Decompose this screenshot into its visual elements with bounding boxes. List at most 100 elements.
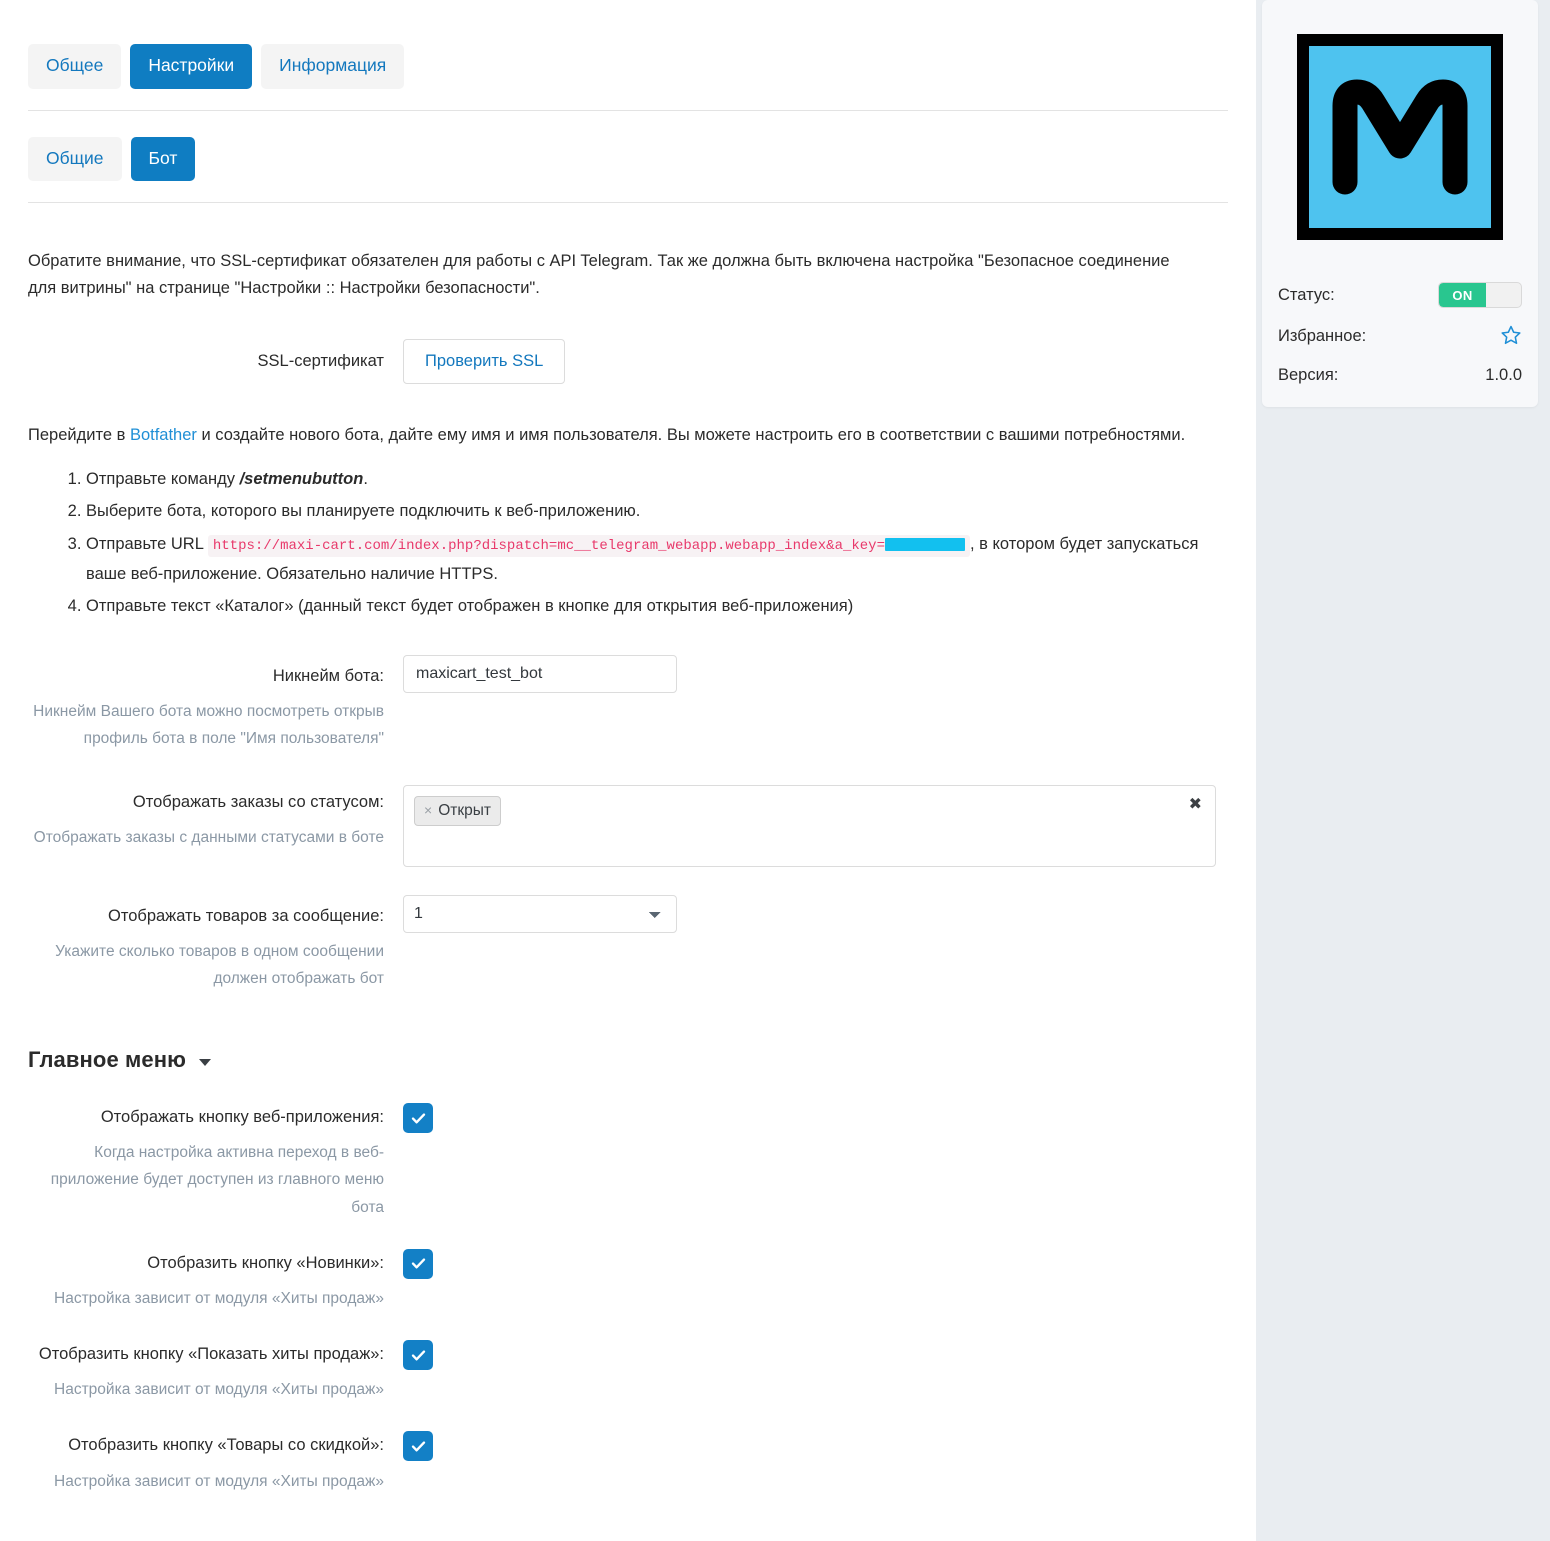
maxicart-logo (1297, 34, 1503, 240)
order-statuses-fieldcol: × Открыт ✖ (403, 784, 1228, 867)
main-content: Общее Настройки Информация Общие Бот Обр… (0, 0, 1256, 1541)
webapp-url-code[interactable]: https://maxi-cart.com/index.php?dispatch… (207, 534, 970, 557)
novinki-labelcol: Отобразить кнопку «Новинки»: Настройка з… (28, 1249, 403, 1312)
main-menu-section-title: Главное меню (28, 1047, 186, 1073)
checkbox-novinki[interactable] (403, 1248, 433, 1279)
order-statuses-label: Отображать заказы со статусом: (132, 792, 384, 811)
step-1-command: /setmenubutton (239, 470, 364, 489)
secondary-tabs: Общие Бот (28, 136, 1228, 181)
novinki-hint: Настройка зависит от модуля «Хиты продаж… (54, 1289, 384, 1307)
bot-nickname-row: Никнейм бота: Никнейм Вашего бота можно … (28, 655, 1228, 753)
favorite-label: Избранное: (1278, 327, 1367, 346)
redacted-api-key (884, 537, 965, 551)
main-menu-section-header[interactable]: Главное меню (28, 1047, 1228, 1073)
step-3-before: Отправьте URL (86, 534, 208, 553)
status-label: Статус: (1278, 285, 1335, 304)
chip-remove-icon[interactable]: × (424, 802, 432, 819)
checkbox-bestsellers[interactable] (403, 1340, 433, 1371)
app-root: Общее Настройки Информация Общие Бот Обр… (0, 0, 1550, 1541)
status-toggle-on-text: ON (1439, 283, 1486, 307)
novinki-label: Отобразить кнопку «Новинки»: (147, 1253, 384, 1272)
checkbox-webapp-button[interactable] (403, 1103, 433, 1134)
discounted-label: Отобразить кнопку «Товары со скидкой»: (68, 1436, 384, 1455)
addon-logo-wrap (1278, 14, 1522, 266)
tabs-divider (28, 109, 1228, 111)
step-1: Отправьте команду /setmenubutton. (86, 464, 1228, 494)
webapp-button-labelcol: Отображать кнопку веб-приложения: Когда … (28, 1103, 403, 1221)
right-sidebar: Статус: ON Избранное: Версия: 1.0.0 (1256, 0, 1550, 1541)
status-chip-open[interactable]: × Открыт (414, 795, 501, 827)
chevron-down-icon[interactable] (198, 1058, 211, 1066)
order-statuses-multiselect[interactable]: × Открыт ✖ (403, 784, 1216, 867)
check-icon (411, 1258, 425, 1269)
products-per-message-select[interactable]: 1 (403, 894, 677, 933)
order-statuses-labelcol: Отображать заказы со статусом: Отображат… (28, 785, 403, 851)
novinki-fieldcol (403, 1248, 1228, 1279)
products-per-message-fieldcol: 1 (403, 894, 1228, 933)
discounted-fieldcol (403, 1431, 1228, 1462)
chip-label: Открыт (438, 801, 491, 819)
checkbox-row-bestsellers: Отобразить кнопку «Показать хиты продаж»… (28, 1340, 1228, 1403)
addon-info-card: Статус: ON Избранное: Версия: 1.0.0 (1262, 0, 1538, 407)
lead-text-before: Перейдите в (28, 425, 130, 444)
ssl-label: SSL-сертификат (257, 352, 384, 370)
bot-nickname-fieldcol (403, 655, 1228, 693)
step-2: Выберите бота, которого вы планируете по… (86, 496, 1228, 526)
subtab-obshchie[interactable]: Общие (28, 136, 122, 181)
webapp-button-label: Отображать кнопку веб-приложения: (100, 1108, 384, 1127)
webapp-button-fieldcol (403, 1103, 1228, 1134)
products-per-message-label: Отображать товаров за сообщение: (107, 906, 384, 925)
check-icon (411, 1349, 425, 1361)
bestsellers-hint: Настройка зависит от модуля «Хиты продаж… (54, 1381, 384, 1399)
botfather-link[interactable]: Botfather (130, 426, 197, 444)
favorite-row: Избранное: (1278, 324, 1522, 350)
ssl-note: Обратите внимание, что SSL-сертификат об… (28, 252, 1170, 297)
bot-nickname-hint: Никнейм Вашего бота можно посмотреть отк… (33, 703, 384, 748)
letter-m-icon (1332, 79, 1468, 195)
checkbox-row-webapp-button: Отображать кнопку веб-приложения: Когда … (28, 1103, 1228, 1221)
version-row: Версия: 1.0.0 (1278, 366, 1522, 385)
subtab-bot[interactable]: Бот (130, 136, 196, 181)
bot-nickname-labelcol: Никнейм бота: Никнейм Вашего бота можно … (28, 655, 403, 753)
order-statuses-row: Отображать заказы со статусом: Отображат… (28, 784, 1228, 867)
order-statuses-hint: Отображать заказы с данными статусами в … (33, 828, 384, 846)
products-per-message-row: Отображать товаров за сообщение: Укажите… (28, 894, 1228, 993)
status-toggle[interactable]: ON (1438, 282, 1522, 308)
check-icon (411, 1112, 425, 1124)
checkbox-discounted[interactable] (403, 1431, 433, 1462)
step-1-after: . (363, 470, 368, 489)
webapp-button-hint: Когда настройка активна переход в веб-пр… (50, 1144, 384, 1216)
setup-steps-list: Отправьте команду /setmenubutton. Выбери… (28, 464, 1228, 621)
tab-nastroyki[interactable]: Настройки (130, 44, 253, 89)
check-ssl-button[interactable]: Проверить SSL (403, 339, 566, 384)
bestsellers-labelcol: Отобразить кнопку «Показать хиты продаж»… (28, 1340, 403, 1403)
version-label: Версия: (1278, 365, 1339, 384)
products-per-message-hint: Укажите сколько товаров в одном сообщени… (55, 942, 384, 987)
favorite-star-button[interactable] (1500, 324, 1522, 350)
check-icon (411, 1441, 425, 1452)
tab-informatsiya[interactable]: Информация (261, 44, 405, 89)
star-icon (1501, 325, 1521, 345)
version-value: 1.0.0 (1485, 365, 1522, 384)
bestsellers-label: Отобразить кнопку «Показать хиты продаж»… (38, 1345, 384, 1364)
discounted-hint: Настройка зависит от модуля «Хиты продаж… (54, 1472, 384, 1490)
bestsellers-fieldcol (403, 1340, 1228, 1371)
webapp-url-text: https://maxi-cart.com/index.php?dispatch… (212, 537, 885, 554)
tab-obshchee[interactable]: Общее (28, 44, 122, 89)
bot-nickname-label: Никнейм бота: (272, 667, 384, 685)
lead-text-after: и создайте нового бота, дайте ему имя и … (196, 425, 1186, 444)
primary-tabs: Общее Настройки Информация (28, 44, 1228, 89)
status-row: Статус: ON (1278, 282, 1522, 308)
checkbox-row-novinki: Отобразить кнопку «Новинки»: Настройка з… (28, 1248, 1228, 1312)
step-3: Отправьте URL https://maxi-cart.com/inde… (86, 529, 1228, 589)
subtabs-divider (28, 202, 1228, 203)
botfather-lead: Перейдите в Botfather и создайте нового … (28, 422, 1228, 448)
clear-all-icon[interactable]: ✖ (1189, 796, 1202, 813)
ssl-certificate-row: SSL-сертификат Проверить SSL (28, 339, 1228, 384)
bot-nickname-input[interactable] (403, 655, 677, 693)
discounted-labelcol: Отобразить кнопку «Товары со скидкой»: Н… (28, 1431, 403, 1494)
products-per-message-labelcol: Отображать товаров за сообщение: Укажите… (28, 895, 403, 993)
checkbox-row-discounted: Отобразить кнопку «Товары со скидкой»: Н… (28, 1431, 1228, 1494)
step-1-before: Отправьте команду (86, 470, 240, 489)
step-4: Отправьте текст «Каталог» (данный текст … (86, 591, 1228, 621)
